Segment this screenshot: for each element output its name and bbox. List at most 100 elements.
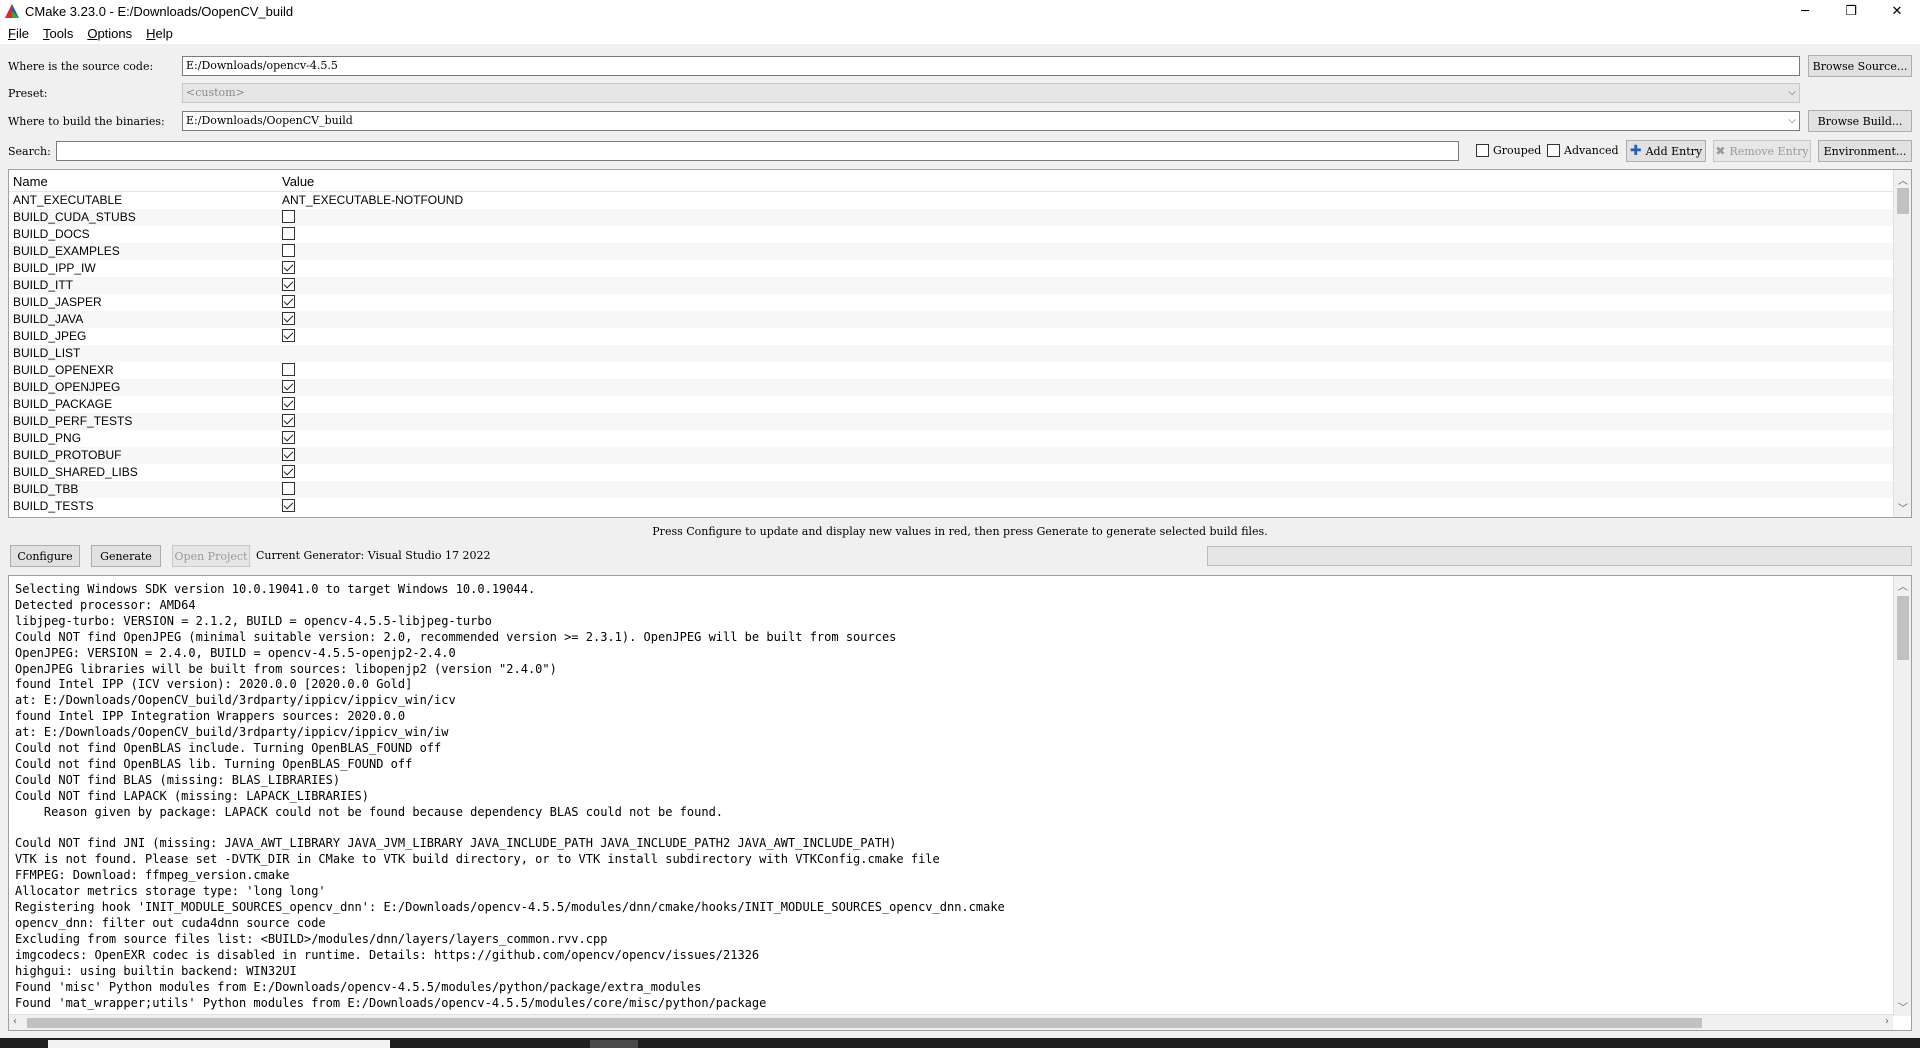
restore-button[interactable]: ❐	[1828, 0, 1874, 22]
entry-value-checkbox[interactable]	[282, 227, 295, 241]
entry-value-checkbox[interactable]	[282, 397, 295, 411]
entry-value-checkbox[interactable]	[282, 329, 295, 343]
table-row[interactable]: BUILD_PNG	[9, 430, 1893, 447]
checkbox[interactable]	[282, 414, 295, 428]
checkbox[interactable]	[282, 295, 295, 309]
entry-value-checkbox[interactable]	[282, 499, 295, 513]
browse-build-button[interactable]: Browse Build...	[1808, 110, 1912, 132]
table-row[interactable]: BUILD_PERF_TESTS	[9, 413, 1893, 430]
entry-value-checkbox[interactable]	[282, 380, 295, 394]
log-line: Could NOT find LAPACK (missing: LAPACK_L…	[15, 788, 370, 803]
menu-item-help[interactable]: Help	[138, 26, 179, 41]
scrollbar-thumb[interactable]	[1897, 596, 1909, 660]
output-log[interactable]: Selecting Windows SDK version 10.0.19041…	[8, 575, 1912, 1031]
table-row[interactable]: BUILD_PROTOBUF	[9, 447, 1893, 464]
checkbox[interactable]	[282, 465, 295, 479]
scrollbar-thumb[interactable]	[1897, 188, 1909, 214]
checkbox[interactable]	[282, 363, 295, 377]
table-row[interactable]: BUILD_JAVA	[9, 311, 1893, 328]
remove-entry-button[interactable]: ✖ Remove Entry	[1713, 140, 1811, 162]
add-entry-button[interactable]: ✚ Add Entry	[1626, 140, 1706, 162]
scroll-down-icon[interactable]: ﹀	[1894, 999, 1911, 1014]
entry-value-checkbox[interactable]	[282, 278, 295, 292]
open-project-button[interactable]: Open Project	[172, 545, 250, 567]
entry-value-checkbox[interactable]	[282, 482, 295, 496]
checkbox[interactable]	[282, 448, 295, 462]
menu-item-options[interactable]: Options	[79, 26, 138, 41]
entry-name: BUILD_SHARED_LIBS	[13, 465, 138, 479]
checkbox[interactable]	[282, 261, 295, 275]
grouped-label: Grouped	[1493, 144, 1542, 157]
environment-button[interactable]: Environment...	[1818, 140, 1912, 162]
log-horizontal-scrollbar[interactable]: ‹ ›	[9, 1014, 1893, 1030]
cache-table[interactable]: Name Value ANT_EXECUTABLE ANT_EXECUTABLE-…	[8, 169, 1912, 518]
grouped-option[interactable]: Grouped	[1476, 144, 1541, 157]
entry-value-checkbox[interactable]	[282, 261, 295, 275]
value-column-header[interactable]: Value	[282, 174, 314, 189]
menu-item-tools[interactable]: Tools	[35, 26, 79, 41]
table-row[interactable]: BUILD_EXAMPLES	[9, 243, 1893, 260]
advanced-option[interactable]: Advanced	[1547, 144, 1619, 157]
table-row[interactable]: BUILD_JPEG	[9, 328, 1893, 345]
table-row[interactable]: BUILD_OPENEXR	[9, 362, 1893, 379]
preset-dropdown[interactable]: <custom> ⌵	[182, 83, 1800, 103]
checkbox[interactable]	[282, 499, 295, 513]
table-row[interactable]: BUILD_ITT	[9, 277, 1893, 294]
table-vertical-scrollbar[interactable]: ︿ ﹀	[1893, 170, 1911, 517]
checkbox[interactable]	[282, 329, 295, 343]
entry-value[interactable]: ANT_EXECUTABLE-NOTFOUND	[282, 193, 463, 207]
table-row[interactable]: BUILD_SHARED_LIBS	[9, 464, 1893, 481]
name-column-header[interactable]: Name	[13, 174, 48, 189]
checkbox[interactable]	[282, 482, 295, 496]
table-row[interactable]: BUILD_TBB	[9, 481, 1893, 498]
checkbox[interactable]	[282, 210, 295, 224]
table-row[interactable]: BUILD_DOCS	[9, 226, 1893, 243]
table-row[interactable]: BUILD_PACKAGE	[9, 396, 1893, 413]
table-row[interactable]: BUILD_LIST	[9, 345, 1893, 362]
entry-value-checkbox[interactable]	[282, 465, 295, 479]
entry-value-checkbox[interactable]	[282, 431, 295, 445]
table-row[interactable]: BUILD_TESTS	[9, 498, 1893, 515]
scrollbar-thumb[interactable]	[27, 1018, 1702, 1028]
source-path-field[interactable]: E:/Downloads/opencv-4.5.5	[182, 56, 1800, 76]
entry-value-checkbox[interactable]	[282, 414, 295, 428]
generate-button[interactable]: Generate	[91, 545, 161, 567]
taskbar-search[interactable]	[48, 1040, 390, 1048]
minimize-button[interactable]: ─	[1782, 0, 1828, 22]
search-input[interactable]	[56, 141, 1459, 161]
entry-value-checkbox[interactable]	[282, 210, 295, 224]
checkbox[interactable]	[282, 380, 295, 394]
table-row[interactable]: BUILD_CUDA_STUBS	[9, 209, 1893, 226]
checkbox[interactable]	[282, 227, 295, 241]
checkbox[interactable]	[282, 244, 295, 258]
entry-value-checkbox[interactable]	[282, 312, 295, 326]
configure-button[interactable]: Configure	[10, 545, 80, 567]
taskbar-app[interactable]	[590, 1040, 638, 1048]
entry-value-checkbox[interactable]	[282, 295, 295, 309]
table-row[interactable]: BUILD_OPENJPEG	[9, 379, 1893, 396]
checkbox[interactable]	[282, 431, 295, 445]
entry-value-checkbox[interactable]	[282, 363, 295, 377]
scroll-up-icon[interactable]: ︿	[1894, 578, 1911, 593]
table-row[interactable]: ANT_EXECUTABLE ANT_EXECUTABLE-NOTFOUND	[9, 192, 1893, 209]
table-row[interactable]: BUILD_IPP_IW	[9, 260, 1893, 277]
entry-value-checkbox[interactable]	[282, 244, 295, 258]
log-vertical-scrollbar[interactable]: ︿ ﹀	[1893, 576, 1911, 1016]
checkbox[interactable]	[282, 397, 295, 411]
grouped-checkbox[interactable]	[1476, 144, 1489, 157]
entry-name: BUILD_ITT	[13, 278, 74, 292]
scroll-right-icon[interactable]: ›	[1885, 1016, 1889, 1027]
close-button[interactable]: ✕	[1874, 0, 1920, 22]
entry-name: BUILD_IPP_IW	[13, 261, 96, 275]
table-row[interactable]: BUILD_JASPER	[9, 294, 1893, 311]
advanced-checkbox[interactable]	[1547, 144, 1560, 157]
scroll-up-icon[interactable]: ︿	[1894, 172, 1911, 187]
scroll-down-icon[interactable]: ﹀	[1894, 500, 1911, 515]
build-path-dropdown[interactable]: E:/Downloads/OopenCV_build ⌵	[182, 111, 1800, 131]
menu-item-file[interactable]: File	[0, 26, 35, 41]
scroll-left-icon[interactable]: ‹	[13, 1016, 17, 1027]
entry-value-checkbox[interactable]	[282, 448, 295, 462]
browse-source-button[interactable]: Browse Source...	[1808, 55, 1912, 77]
checkbox[interactable]	[282, 312, 295, 326]
checkbox[interactable]	[282, 278, 295, 292]
